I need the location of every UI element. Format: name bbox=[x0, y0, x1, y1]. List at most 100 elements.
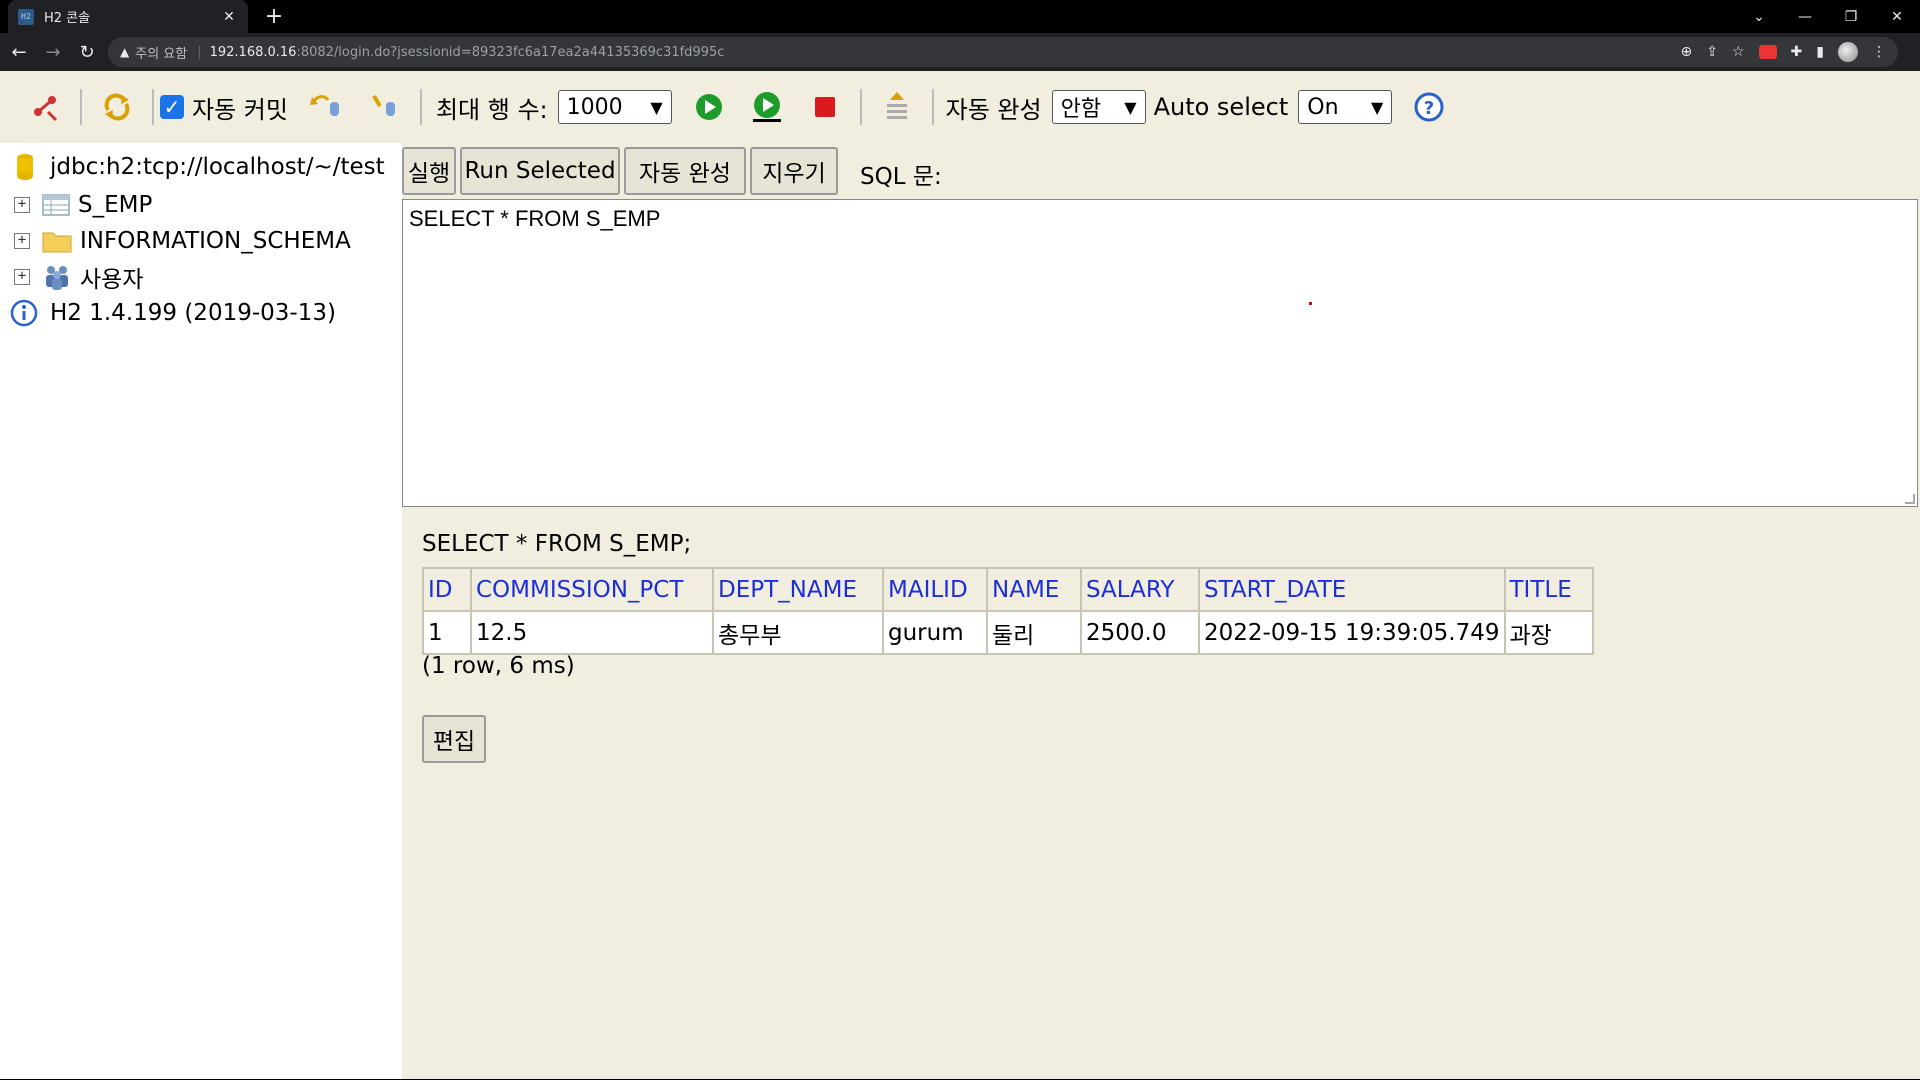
zoom-icon[interactable]: ⊕ bbox=[1681, 44, 1693, 60]
tree-connection[interactable]: jdbc:h2:tcp://localhost/~/test bbox=[14, 149, 385, 185]
cursor-dot bbox=[1309, 302, 1312, 305]
extension-icon[interactable] bbox=[1758, 45, 1777, 59]
auto-select-select[interactable]: On ▼ bbox=[1298, 90, 1393, 124]
column-header-commission-pct[interactable]: COMMISSION_PCT bbox=[470, 567, 714, 612]
auto-select-label: Auto select bbox=[1153, 93, 1289, 121]
column-header-mailid[interactable]: MAILID bbox=[882, 567, 988, 612]
url-path: :8082/login.do?jsessionid=89323fc6a17ea2… bbox=[296, 44, 725, 60]
auto-complete-select[interactable]: 안함 ▼ bbox=[1051, 90, 1146, 124]
table-header-row: ID COMMISSION_PCT DEPT_NAME MAILID NAME … bbox=[422, 567, 1594, 612]
url-separator: | bbox=[197, 44, 202, 60]
run-selected-button[interactable]: Run Selected bbox=[460, 147, 620, 195]
disconnect-icon[interactable] bbox=[28, 90, 62, 124]
back-icon[interactable]: ← bbox=[4, 37, 34, 67]
close-window-icon[interactable]: ✕ bbox=[1874, 0, 1920, 33]
sql-editor[interactable]: SELECT * FROM S_EMP bbox=[402, 199, 1918, 507]
edit-button[interactable]: 편집 bbox=[422, 715, 486, 763]
refresh-icon[interactable] bbox=[100, 90, 134, 124]
sql-editor-text: SELECT * FROM S_EMP bbox=[409, 206, 661, 231]
share-icon[interactable]: ⇪ bbox=[1706, 44, 1718, 60]
chevron-down-icon: ▼ bbox=[650, 97, 663, 117]
reload-icon[interactable]: ↻ bbox=[72, 37, 102, 67]
url-input[interactable]: ▲ 주의 요함 | 192.168.0.16 :8082/login.do?js… bbox=[108, 37, 1898, 67]
schema-tree: jdbc:h2:tcp://localhost/~/test + S_EMP +… bbox=[0, 143, 402, 1079]
column-header-title[interactable]: TITLE bbox=[1503, 567, 1594, 612]
expand-icon[interactable]: + bbox=[14, 269, 30, 285]
address-bar: ← → ↻ ▲ 주의 요함 | 192.168.0.16 :8082/login… bbox=[0, 33, 1920, 71]
table-cell: 12.5 bbox=[470, 610, 714, 655]
omnibox-actions: ⊕ ⇪ ☆ ✚ ▮ ⋮ bbox=[1681, 37, 1886, 67]
table-cell: gurum bbox=[882, 610, 988, 655]
folder-icon bbox=[42, 232, 72, 253]
warning-icon: ▲ bbox=[120, 45, 130, 59]
clear-button[interactable]: 지우기 bbox=[750, 147, 838, 195]
browser-tab[interactable]: H2 H2 콘솔 ✕ bbox=[8, 0, 248, 33]
minimize-icon[interactable]: — bbox=[1782, 0, 1828, 33]
column-header-start-date[interactable]: START_DATE bbox=[1198, 567, 1506, 612]
database-icon bbox=[17, 154, 33, 180]
auto-complete-button[interactable]: 자동 완성 bbox=[624, 147, 746, 195]
tab-close-icon[interactable]: ✕ bbox=[220, 9, 238, 25]
column-header-dept-name[interactable]: DEPT_NAME bbox=[712, 567, 884, 612]
table-cell: 둘리 bbox=[986, 610, 1082, 655]
result-query: SELECT * FROM S_EMP; bbox=[422, 531, 692, 557]
history-icon[interactable] bbox=[880, 90, 914, 124]
stop-icon[interactable] bbox=[808, 90, 842, 124]
table-cell: 총무부 bbox=[712, 610, 884, 655]
commit-icon[interactable] bbox=[368, 90, 402, 124]
column-header-id[interactable]: ID bbox=[422, 567, 472, 612]
max-rows-value: 1000 bbox=[566, 94, 623, 120]
extensions-puzzle-icon[interactable]: ✚ bbox=[1791, 44, 1803, 60]
column-header-name[interactable]: NAME bbox=[986, 567, 1082, 612]
chevron-down-icon: ▼ bbox=[1124, 97, 1137, 117]
toolbar-divider bbox=[859, 89, 862, 125]
svg-text:?: ? bbox=[1424, 98, 1434, 119]
forward-icon[interactable]: → bbox=[38, 37, 68, 67]
auto-select-value: On bbox=[1307, 94, 1339, 120]
help-icon[interactable]: ? bbox=[1412, 90, 1446, 124]
tree-version: H2 1.4.199 (2019-03-13) bbox=[10, 295, 336, 331]
tree-item-label: 사용자 bbox=[80, 267, 144, 293]
restore-icon[interactable]: ❐ bbox=[1828, 0, 1874, 33]
max-rows-select[interactable]: 1000 ▼ bbox=[557, 90, 672, 124]
expand-icon[interactable]: + bbox=[14, 233, 30, 249]
connection-label: jdbc:h2:tcp://localhost/~/test bbox=[50, 154, 385, 180]
chevron-down-icon: ▼ bbox=[1370, 97, 1384, 117]
tree-item-information-schema[interactable]: + INFORMATION_SCHEMA bbox=[14, 223, 351, 259]
new-tab-icon[interactable]: + bbox=[260, 4, 288, 30]
toolbar-divider bbox=[80, 89, 82, 125]
toolbar-divider bbox=[931, 89, 934, 125]
console-toolbar: ✓ 자동 커밋 최대 행 수: 1000 ▼ 자동 완성 안함 ▼ Auto s… bbox=[0, 71, 1920, 143]
rollback-icon[interactable] bbox=[309, 90, 344, 124]
h2-favicon-icon: H2 bbox=[18, 8, 34, 25]
auto-commit-label: 자동 커밋 bbox=[192, 95, 288, 124]
profile-avatar[interactable] bbox=[1838, 42, 1858, 62]
tab-search-icon[interactable]: ⌄ bbox=[1736, 0, 1782, 33]
table-icon bbox=[42, 194, 70, 216]
auto-complete-label: 자동 완성 bbox=[945, 95, 1042, 124]
query-pane: 실행 Run Selected 자동 완성 지우기 SQL 문: SELECT … bbox=[402, 143, 1920, 1079]
security-warning: 주의 요함 bbox=[135, 46, 188, 62]
tree-item-users[interactable]: + 사용자 bbox=[14, 259, 143, 295]
result-table: ID COMMISSION_PCT DEPT_NAME MAILID NAME … bbox=[422, 567, 1594, 655]
run-button[interactable]: 실행 bbox=[402, 147, 456, 195]
auto-complete-value: 안함 bbox=[1060, 97, 1102, 122]
run-icon[interactable] bbox=[692, 90, 726, 124]
tree-item-s-emp[interactable]: + S_EMP bbox=[14, 187, 152, 223]
auto-commit-checkbox[interactable]: ✓ bbox=[160, 95, 184, 119]
toolbar-divider bbox=[152, 89, 154, 125]
table-cell: 2022-09-15 19:39:05.749 bbox=[1198, 610, 1506, 655]
toolbar-divider bbox=[419, 89, 422, 125]
tree-item-label: INFORMATION_SCHEMA bbox=[80, 228, 351, 254]
version-label: H2 1.4.199 (2019-03-13) bbox=[50, 300, 336, 326]
column-header-salary[interactable]: SALARY bbox=[1080, 567, 1200, 612]
sql-statement-label: SQL 문: bbox=[860, 164, 942, 190]
window-controls: ⌄ — ❐ ✕ bbox=[1736, 0, 1920, 33]
run-selected-icon[interactable] bbox=[750, 90, 784, 124]
menu-kebab-icon[interactable]: ⋮ bbox=[1872, 44, 1886, 60]
max-rows-label: 최대 행 수: bbox=[435, 95, 548, 124]
bookmark-star-icon[interactable]: ☆ bbox=[1732, 44, 1745, 60]
expand-icon[interactable]: + bbox=[14, 197, 30, 213]
resize-handle-icon[interactable] bbox=[1905, 494, 1915, 504]
side-panel-icon[interactable]: ▮ bbox=[1816, 44, 1824, 60]
